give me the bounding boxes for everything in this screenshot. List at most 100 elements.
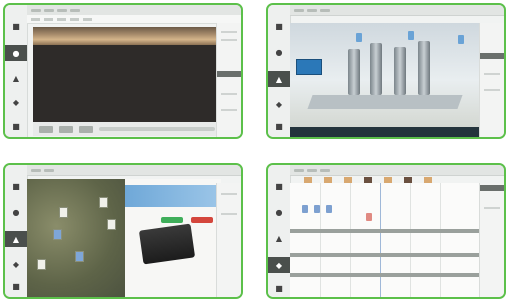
settings-icon[interactable]: ◆ <box>9 95 23 109</box>
schedule-item-alert[interactable] <box>366 213 372 221</box>
home-icon[interactable]: ■ <box>272 119 286 133</box>
title-segment <box>44 168 54 172</box>
playback-bar <box>33 122 223 136</box>
title-segment <box>307 168 317 172</box>
detail-banner <box>125 185 221 207</box>
title-segment <box>307 8 317 12</box>
toolbar-button[interactable] <box>83 17 92 21</box>
tank[interactable] <box>370 43 382 95</box>
title-segment <box>70 8 80 12</box>
map-pin[interactable] <box>107 219 116 230</box>
schedule-item[interactable] <box>314 205 320 213</box>
panel-line <box>221 31 237 33</box>
title-segment <box>294 168 304 172</box>
map-pin[interactable] <box>99 197 108 208</box>
grid-row-divider <box>290 273 484 277</box>
map-pin[interactable] <box>53 229 62 240</box>
sensor-marker[interactable] <box>356 33 362 42</box>
3d-viewport[interactable] <box>290 23 484 127</box>
toolbar-button[interactable] <box>31 17 40 21</box>
toolbar-button[interactable] <box>57 17 66 21</box>
camera-icon[interactable]: ● <box>9 205 23 219</box>
grid-line <box>320 183 321 297</box>
grid-line <box>350 183 351 297</box>
dark-viewer[interactable] <box>33 45 223 122</box>
toolbar-button[interactable] <box>70 17 79 21</box>
panel-line <box>484 73 500 75</box>
tank[interactable] <box>394 47 406 95</box>
panel-line <box>221 109 237 111</box>
toolbar <box>27 15 241 24</box>
play-button[interactable] <box>39 125 53 133</box>
sensor-marker[interactable] <box>458 35 464 44</box>
pause-button[interactable] <box>59 125 73 133</box>
screen-card-schedule-grid[interactable]: ■ ● ▲ ◆ ■ <box>266 163 506 299</box>
schedule-item[interactable] <box>326 205 332 213</box>
camera-icon[interactable]: ● <box>272 45 286 59</box>
schedule-item[interactable] <box>302 205 308 213</box>
title-segment <box>320 168 330 172</box>
right-panel <box>479 183 504 297</box>
title-bar <box>290 5 504 16</box>
map-pin[interactable] <box>59 207 68 218</box>
status-bar <box>290 127 484 137</box>
folder-icon[interactable]: ■ <box>272 179 286 193</box>
screen-card-timeline-editor[interactable]: ■ ● ▲ ◆ ■ <box>3 3 243 139</box>
map-pin[interactable] <box>75 251 84 262</box>
camera-icon[interactable]: ● <box>272 205 286 219</box>
panel-line <box>484 89 500 91</box>
tank[interactable] <box>348 49 360 95</box>
status-tag-green[interactable] <box>161 217 183 223</box>
folder-icon[interactable]: ■ <box>9 179 23 193</box>
floor-platform <box>307 95 463 109</box>
satellite-map[interactable] <box>27 179 125 297</box>
panel-line <box>221 213 237 215</box>
right-panel <box>216 183 241 297</box>
folder-icon[interactable]: ■ <box>9 19 23 33</box>
sensor-marker[interactable] <box>408 31 414 40</box>
layers-icon[interactable]: ▲ <box>268 71 290 87</box>
title-segment <box>31 168 41 172</box>
grid-row-divider <box>290 229 484 233</box>
timeline-scrubber[interactable] <box>99 127 215 131</box>
map-pin[interactable] <box>37 259 46 270</box>
panel-tab[interactable] <box>217 71 241 77</box>
status-tag-red[interactable] <box>191 217 213 223</box>
panel-tab[interactable] <box>480 185 504 191</box>
right-panel <box>216 23 241 137</box>
screen-card-plant-3d-view[interactable]: ■ ● ▲ ◆ ■ <box>266 3 506 139</box>
panel-line <box>484 207 500 209</box>
layers-icon[interactable]: ▲ <box>5 231 27 247</box>
control-cabinet[interactable] <box>296 59 322 75</box>
layers-icon[interactable]: ▲ <box>272 231 286 245</box>
folder-icon[interactable]: ■ <box>272 19 286 33</box>
title-segment <box>31 8 41 12</box>
image-strip <box>33 27 223 45</box>
settings-icon[interactable]: ◆ <box>9 257 23 271</box>
tank[interactable] <box>418 41 430 95</box>
settings-icon[interactable]: ◆ <box>268 257 290 273</box>
home-icon[interactable]: ■ <box>9 119 23 133</box>
sidebar: ■ ● ▲ ◆ ■ <box>5 165 28 297</box>
home-icon[interactable]: ■ <box>272 281 286 295</box>
title-bar <box>290 165 504 176</box>
stop-button[interactable] <box>79 125 93 133</box>
toolbar-button[interactable] <box>44 17 53 21</box>
home-icon[interactable]: ■ <box>9 279 23 293</box>
layers-icon[interactable]: ▲ <box>9 71 23 85</box>
title-bar <box>27 165 241 176</box>
equipment-image <box>138 223 196 265</box>
grid-line <box>410 183 411 297</box>
current-time-line <box>380 183 381 297</box>
title-segment <box>57 8 67 12</box>
grid-line <box>440 183 441 297</box>
panel-line <box>221 193 237 195</box>
sidebar: ■ ● ▲ ◆ ■ <box>268 5 291 137</box>
title-segment <box>320 8 330 12</box>
title-segment <box>44 8 54 12</box>
camera-icon[interactable]: ● <box>5 45 27 61</box>
title-segment <box>294 8 304 12</box>
settings-icon[interactable]: ◆ <box>272 97 286 111</box>
panel-tab[interactable] <box>480 53 504 59</box>
screen-card-map-and-detail[interactable]: ■ ● ▲ ◆ ■ <box>3 163 243 299</box>
